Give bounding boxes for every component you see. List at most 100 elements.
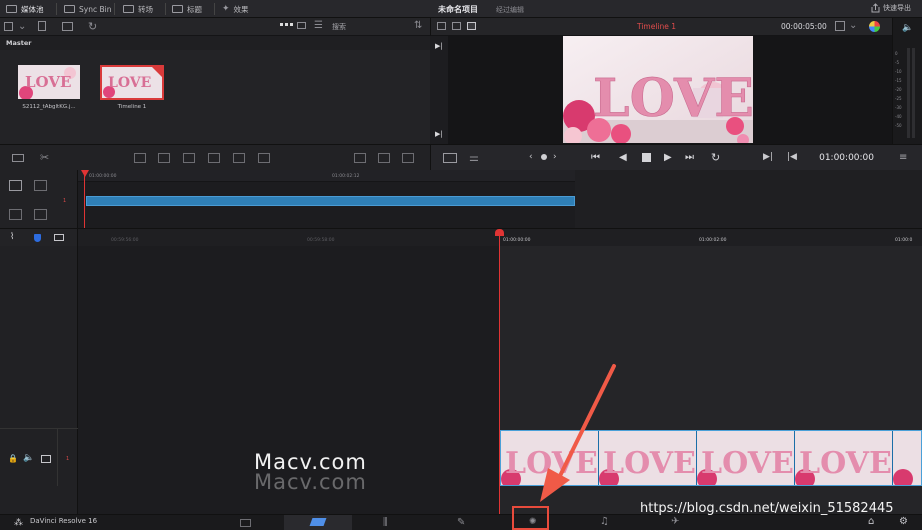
transition-smooth-icon[interactable]	[378, 153, 390, 163]
media-pool-area: LOVE S2112_tAbgltKG.j... LOVE Timeline 1	[0, 50, 430, 144]
speaker-icon[interactable]: 🔈	[902, 24, 913, 33]
thumbnail-view-icon[interactable]	[280, 23, 293, 26]
place-on-top-icon[interactable]	[233, 153, 245, 163]
play-reverse-icon[interactable]: ◀	[619, 152, 627, 163]
app-name: DaVinci Resolve 16	[30, 517, 98, 525]
timeline-duration: 00:00:05:00	[781, 22, 827, 31]
color-wheel-icon[interactable]	[869, 21, 880, 32]
list-view-icon[interactable]: ☰	[314, 21, 323, 31]
resolve-cut-page: 媒体池 Sync Bin 转场 标题 ✦ 效果 未命名项目 经过编辑 快速导出	[0, 0, 922, 530]
clip-attributes-icon[interactable]	[12, 154, 24, 162]
close-up-icon[interactable]	[208, 153, 220, 163]
menu-icon[interactable]: ≡	[899, 152, 907, 163]
meter-bar-left	[907, 48, 910, 138]
next-clip-icon[interactable]: ›	[553, 152, 557, 162]
jog-dot-icon[interactable]	[541, 154, 547, 160]
timeline-view-icon[interactable]	[467, 22, 476, 30]
gear-icon[interactable]: ⚙	[899, 517, 908, 527]
deliver-page-icon[interactable]: ✈	[671, 517, 679, 527]
sidebar-toggle-icon[interactable]	[4, 22, 13, 31]
mark-in-icon[interactable]: ▶|	[763, 152, 773, 162]
media-clip-thumbnail[interactable]: LOVE	[18, 65, 80, 99]
lower-track-headers: 🔒 🔈 1	[0, 246, 78, 514]
cut-page-tab[interactable]	[284, 515, 352, 530]
sync-bin-tab[interactable]: Sync Bin	[64, 2, 111, 16]
link-icon[interactable]	[34, 180, 47, 191]
love-image-thumbnail: LOVE	[18, 65, 80, 99]
speaker-icon[interactable]: 🔈	[23, 454, 34, 463]
viewer-timeline-name: Timeline 1	[637, 22, 677, 31]
sync-refresh-icon[interactable]: ↻	[88, 21, 97, 32]
media-pool-toolbar: ⌄ ↻ ☰ 搜索 ⇅	[0, 18, 430, 36]
sort-icon[interactable]: ⇅	[414, 21, 422, 31]
audio-scrub-icon[interactable]	[54, 234, 64, 241]
media-pool-icon	[6, 5, 17, 13]
video-track-toggle-icon[interactable]	[41, 455, 51, 463]
tape-view-icon[interactable]	[452, 22, 461, 30]
annotation-arrow	[540, 364, 616, 502]
davinci-logo-icon: ⁂	[14, 518, 23, 528]
smart-insert-icon[interactable]	[134, 153, 146, 163]
transition-cut-icon[interactable]	[402, 153, 414, 163]
append-icon[interactable]	[158, 153, 170, 163]
play-previous-icon[interactable]: ▶|	[435, 42, 443, 50]
viewer-mode-icon[interactable]	[443, 153, 457, 163]
home-icon[interactable]: ⌂	[868, 517, 874, 527]
svg-text:LOVE: LOVE	[25, 73, 71, 91]
ripple-overwrite-icon[interactable]	[183, 153, 195, 163]
titles-tab[interactable]: 标题	[172, 2, 202, 16]
sync-bin-icon	[64, 5, 75, 13]
previous-clip-icon[interactable]: ‹	[529, 152, 533, 162]
page-navigation-bar: ⁂ ⫼ ✎ ✺ ♫ ✈ ⌂ ⚙	[0, 514, 922, 530]
effects-wand-icon: ✦	[222, 4, 230, 14]
timecode-display[interactable]: 01:00:00:00	[819, 153, 874, 163]
track-lock-icon[interactable]	[9, 180, 22, 191]
fusion-page-icon[interactable]: ✎	[457, 518, 465, 528]
lower-playhead[interactable]	[499, 232, 500, 514]
source-view-icon[interactable]	[437, 22, 446, 30]
play-icon[interactable]: ▶	[664, 152, 672, 163]
chevron-down-icon[interactable]: ⌄	[849, 21, 857, 31]
viewer-frame-image: LOVE	[563, 36, 753, 143]
go-to-start-icon[interactable]: ⏮	[591, 152, 600, 163]
filmstrip-view-icon[interactable]	[297, 22, 306, 29]
timeline-clip-thumbnail[interactable]: LOVE	[100, 65, 164, 100]
cut-page-icon	[309, 518, 327, 526]
lock-icon[interactable]: 🔒	[8, 455, 18, 463]
edit-page-icon[interactable]: ⫼	[383, 518, 388, 528]
media-pool-tab[interactable]: 媒体池	[6, 2, 44, 16]
timeline-clip-bar[interactable]	[86, 196, 575, 206]
play-next-icon[interactable]: ▶|	[435, 130, 443, 138]
track-height-icon[interactable]	[9, 209, 22, 220]
settings-sliders-icon[interactable]: ⚌	[469, 152, 479, 163]
transition-dissolve-icon[interactable]	[354, 153, 366, 163]
go-to-end-icon[interactable]: ⏭	[685, 152, 694, 163]
snapping-icon[interactable]: ⌇	[10, 233, 14, 242]
source-overwrite-icon[interactable]	[258, 153, 270, 163]
mark-out-icon[interactable]: |◀	[787, 152, 797, 162]
timeline-empty-region	[575, 170, 922, 228]
lower-playhead-marker[interactable]	[495, 229, 504, 236]
upper-playhead[interactable]	[84, 170, 85, 228]
viewer-canvas[interactable]: LOVE	[430, 36, 892, 144]
effects-tab[interactable]: ✦ 效果	[222, 2, 249, 16]
import-media-icon[interactable]	[38, 21, 46, 31]
loop-icon[interactable]: ↻	[711, 151, 720, 164]
audio-track-icon[interactable]	[34, 209, 47, 220]
shield-icon[interactable]	[34, 234, 41, 242]
upper-playhead-marker[interactable]	[81, 170, 89, 177]
transitions-tab[interactable]: 转场	[123, 2, 153, 16]
fairlight-page-icon[interactable]: ♫	[600, 517, 609, 527]
stop-icon[interactable]	[642, 153, 651, 162]
search-label[interactable]: 搜索	[332, 22, 346, 32]
timeline-tools: ⌇	[0, 228, 78, 246]
chevron-down-icon[interactable]: ⌄	[18, 22, 26, 32]
scissors-icon[interactable]: ✂	[40, 152, 49, 163]
import-folder-icon[interactable]	[62, 22, 73, 31]
safe-area-icon[interactable]	[835, 21, 845, 31]
transitions-icon	[123, 5, 134, 13]
media-page-icon[interactable]	[240, 519, 251, 527]
upper-timeline[interactable]: 01:00:00:00 01:00:02:12 01:00:05:00 01:0…	[78, 170, 922, 228]
quick-export-button[interactable]: 快速导出	[871, 3, 911, 13]
export-icon	[871, 3, 880, 13]
